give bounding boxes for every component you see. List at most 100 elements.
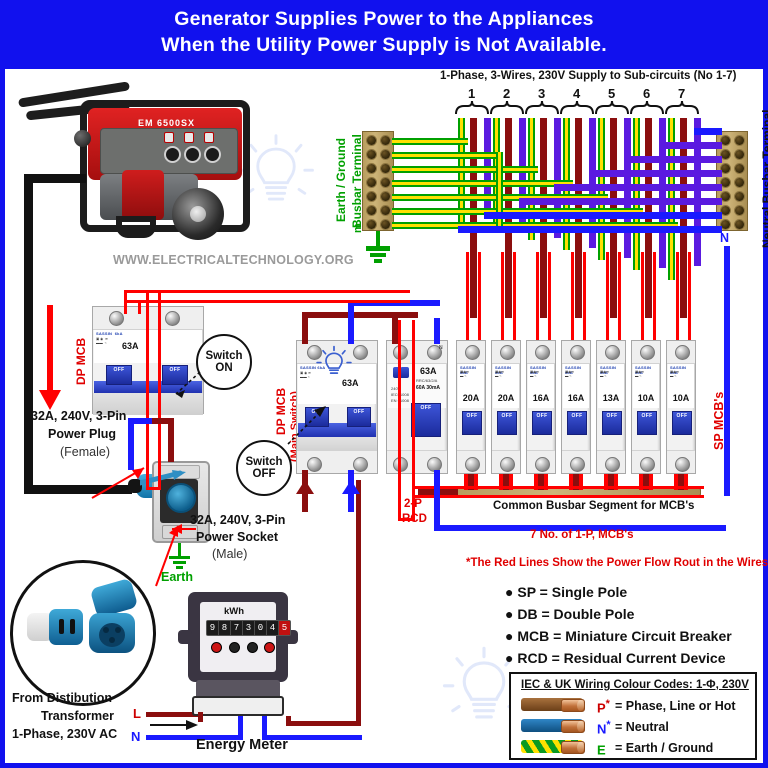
dp-mcb-left-toggle-1[interactable]: OFF	[106, 365, 132, 385]
sp-mcb-4-toggle[interactable]: OFF	[567, 411, 587, 435]
meter-line-riser	[356, 480, 361, 726]
circuit-number-7: 7	[678, 86, 686, 101]
rcd-toggle[interactable]: OFF	[411, 403, 441, 437]
dp-to-rcd-phase-top	[302, 312, 418, 318]
sp-mcbs-label: SP MCB's	[712, 391, 726, 450]
earth-symbol-letter: E	[597, 742, 606, 758]
generator-stand	[116, 216, 156, 238]
sp-mcb-2-terminal-bottom	[500, 457, 515, 472]
earth-busbar-hole-l3	[367, 164, 376, 173]
sp-mcb-5-toggle[interactable]: OFF	[602, 411, 622, 435]
circuit-3-neutral-wire	[554, 118, 561, 238]
neutral-busbar-hole-l7	[721, 220, 730, 229]
dp-mcb-left-toggle-1-label: OFF	[113, 367, 125, 373]
sp-mcb-1[interactable]: SASSIN 6kA ▣◉≋ ▬ ⌁ 20A OFF	[456, 340, 486, 474]
earth-busbar-down-lead	[376, 231, 380, 247]
main-dp-mcb-toggle-2[interactable]: OFF	[347, 407, 371, 427]
abbreviation-2: ● DB = Double Pole	[505, 606, 634, 622]
sp-mcb-1-face: SASSIN 6kA ▣◉≋ ▬ ⌁ 20A	[458, 364, 484, 408]
plug-label-line-3: (Female)	[60, 445, 111, 459]
switch-off-line-1: Switch	[245, 455, 283, 468]
sp-mcb-4[interactable]: SASSIN 6kA ▣◉≋ ▬ ⌁ 16A OFF	[561, 340, 591, 474]
power-flow-mcb-1-a	[466, 252, 469, 340]
earth-cable-conductor	[561, 741, 585, 754]
sp-mcb-2[interactable]: SASSIN 6kA ▣◉≋ ▬ ⌁ 20A OFF	[491, 340, 521, 474]
sp-mcb-1-toggle[interactable]: OFF	[462, 411, 482, 435]
neutral-busbar-hole-r2	[735, 150, 744, 159]
sp-mcb-4-terminal-top	[570, 345, 585, 360]
rcd-face: T 63A RRC/63/2/A 60A 30mA 240V IEC61008 …	[388, 364, 446, 408]
legend-row-phase: P* = Phase, Line or Hot	[521, 698, 751, 716]
sp-mcb-3[interactable]: SASSIN 6kA ▣◉≋ ▬ ⌁ 16A OFF	[526, 340, 556, 474]
sp-mcb-6-toggle-label: OFF	[641, 413, 653, 419]
sp-mcb-3-toggle[interactable]: OFF	[532, 411, 552, 435]
power-flow-mcb-6-a	[641, 252, 644, 340]
supply-red-to-socket	[146, 487, 161, 490]
main-dp-mcb-bottom-terminal-2	[353, 457, 368, 472]
diagram-root: Generator Supplies Power to the Applianc…	[0, 0, 768, 768]
generator-breaker-1[interactable]	[164, 132, 174, 143]
sp-mcb-4-face: SASSIN 6kA ▣◉≋ ▬ ⌁ 16A	[563, 364, 589, 408]
rcd-rating-label: 63A	[420, 366, 437, 376]
sp-mcb-7[interactable]: SASSIN 6kA ▣◉≋ ▬ ⌁ 10A OFF	[666, 340, 696, 474]
abbreviation-bullet-1: ●	[505, 584, 518, 600]
neutral-run-6	[659, 142, 722, 149]
supply-caption: 1-Phase, 3-Wires, 230V Supply to Sub-cir…	[440, 70, 737, 82]
phase-description: = Phase, Line or Hot	[615, 699, 736, 713]
sp-mcb-6-terminal-bottom	[640, 457, 655, 472]
dp-mcb-left-rating: 63A	[122, 341, 139, 351]
meter-digit-0: 9	[207, 621, 219, 635]
plug-label-line-2: Power Plug	[48, 427, 117, 441]
neutral-symbol-sup: *	[606, 719, 611, 731]
main-dp-mcb-toggle-2-label: OFF	[353, 409, 365, 415]
rcd-unit[interactable]: N T 63A RRC/63/2/A 60A 30mA 240V IEC6100…	[386, 340, 448, 474]
sp-mcb-5[interactable]: SASSIN 6kA ▣◉≋ ▬ ⌁ 13A OFF	[596, 340, 626, 474]
generator-breaker-2[interactable]	[184, 132, 194, 143]
power-flow-arrow-shaft	[47, 305, 53, 393]
meter-neutral-in	[238, 716, 243, 740]
earth-ground-bar-2	[370, 253, 386, 257]
neutral-run-4	[589, 170, 722, 177]
neutral-symbol: N*	[597, 719, 611, 736]
sp-mcb-3-terminal-top	[535, 345, 550, 360]
meter-line-out-run	[286, 721, 360, 726]
sp-mcb-6-rating: 10A	[637, 393, 655, 403]
main-dp-mcb-bottom-terminal-1	[307, 457, 322, 472]
switch-on-line-1: Switch	[205, 349, 243, 362]
meter-unit-label: kWh	[224, 606, 245, 617]
generator-unit: EM 6500SX	[12, 81, 272, 254]
title-banner: Generator Supplies Power to the Applianc…	[0, 0, 768, 64]
sp-mcb-6-face: SASSIN 6kA ▣◉≋ ▬ ⌁ 10A	[633, 364, 659, 408]
earth-busbar-hole-r2	[381, 150, 390, 159]
sp-mcb-6[interactable]: SASSIN 6kA ▣◉≋ ▬ ⌁ 10A OFF	[631, 340, 661, 474]
sp-mcb-5-terminal-bottom	[605, 457, 620, 472]
abbreviation-bullet-3: ●	[505, 628, 518, 644]
generator-breaker-3[interactable]	[204, 132, 214, 143]
power-flow-mcb-7-b	[688, 252, 691, 340]
sp-mcb-7-face: SASSIN 6kA ▣◉≋ ▬ ⌁ 10A	[668, 364, 694, 408]
socket-outlet[interactable]	[166, 483, 196, 513]
sp-mcb-7-toggle[interactable]: OFF	[672, 411, 692, 435]
earth-run-4-stripe	[392, 182, 573, 185]
sp-mcb-1-terminal-bottom	[465, 457, 480, 472]
abbreviation-3: ● MCB = Miniature Circuit Breaker	[505, 628, 732, 644]
supply-red-upper	[124, 290, 410, 293]
earth-busbar-hole-r3	[381, 164, 390, 173]
dp-phase-riser	[302, 312, 308, 344]
sp-mcb-2-toggle[interactable]: OFF	[497, 411, 517, 435]
meter-digit-3: 3	[243, 621, 255, 635]
meter-lug-left	[178, 630, 192, 644]
earth-run-1-stripe	[392, 140, 468, 143]
power-flow-mcb-2-a	[501, 252, 504, 340]
earth-cable-swatch	[521, 740, 585, 754]
power-flow-mcb-5-a	[606, 252, 609, 340]
plug-phase-wire	[168, 418, 174, 462]
generator-hub	[190, 206, 206, 222]
rcd-toggle-label: OFF	[420, 405, 432, 411]
sp-mcb-7-terminal-bottom	[675, 457, 690, 472]
circuit-number-6: 6	[643, 86, 651, 101]
sp-mcb-6-toggle[interactable]: OFF	[637, 411, 657, 435]
generator-engine-red	[122, 170, 164, 220]
legend-row-neutral: N* = Neutral	[521, 719, 751, 737]
phase-symbol-letter: P	[597, 700, 606, 716]
